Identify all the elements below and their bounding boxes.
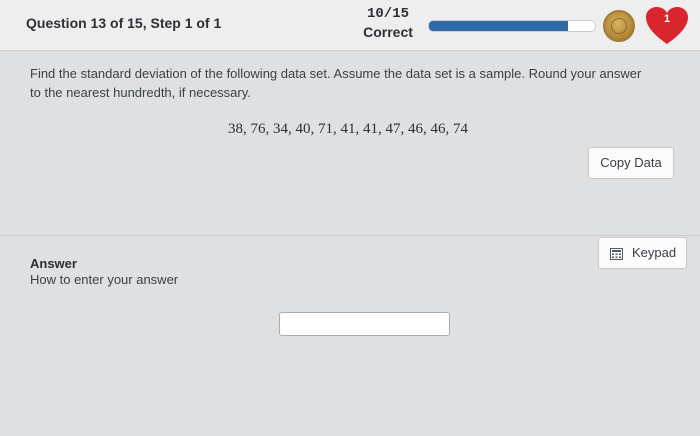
how-to-enter-answer-link[interactable]: How to enter your answer bbox=[30, 272, 178, 287]
section-divider bbox=[0, 235, 700, 236]
data-set: 38, 76, 34, 40, 71, 41, 41, 47, 46, 46, … bbox=[228, 121, 468, 137]
heart-icon bbox=[646, 7, 688, 44]
answer-input[interactable] bbox=[279, 312, 450, 336]
coin-inner bbox=[611, 18, 627, 34]
keypad-label: Keypad bbox=[632, 245, 677, 260]
copy-data-button[interactable]: Copy Data bbox=[588, 147, 674, 179]
coin-icon bbox=[603, 10, 635, 42]
keypad-button[interactable]: Keypad bbox=[598, 237, 687, 269]
score-label: Correct bbox=[363, 24, 413, 40]
progress-bar bbox=[428, 20, 596, 32]
lives-count: 1 bbox=[663, 13, 671, 25]
score-fraction: 10/15 bbox=[366, 6, 409, 22]
answer-heading: Answer bbox=[30, 256, 77, 271]
lives-heart: 1 bbox=[645, 6, 689, 46]
score-display: 10/15 Correct bbox=[355, 5, 421, 41]
question-header: Question 13 of 15, Step 1 of 1 10/15 Cor… bbox=[0, 0, 700, 51]
question-title: Question 13 of 15, Step 1 of 1 bbox=[26, 15, 222, 31]
question-prompt: Find the standard deviation of the follo… bbox=[30, 66, 642, 100]
calculator-icon bbox=[610, 248, 623, 260]
progress-fill bbox=[429, 21, 569, 31]
